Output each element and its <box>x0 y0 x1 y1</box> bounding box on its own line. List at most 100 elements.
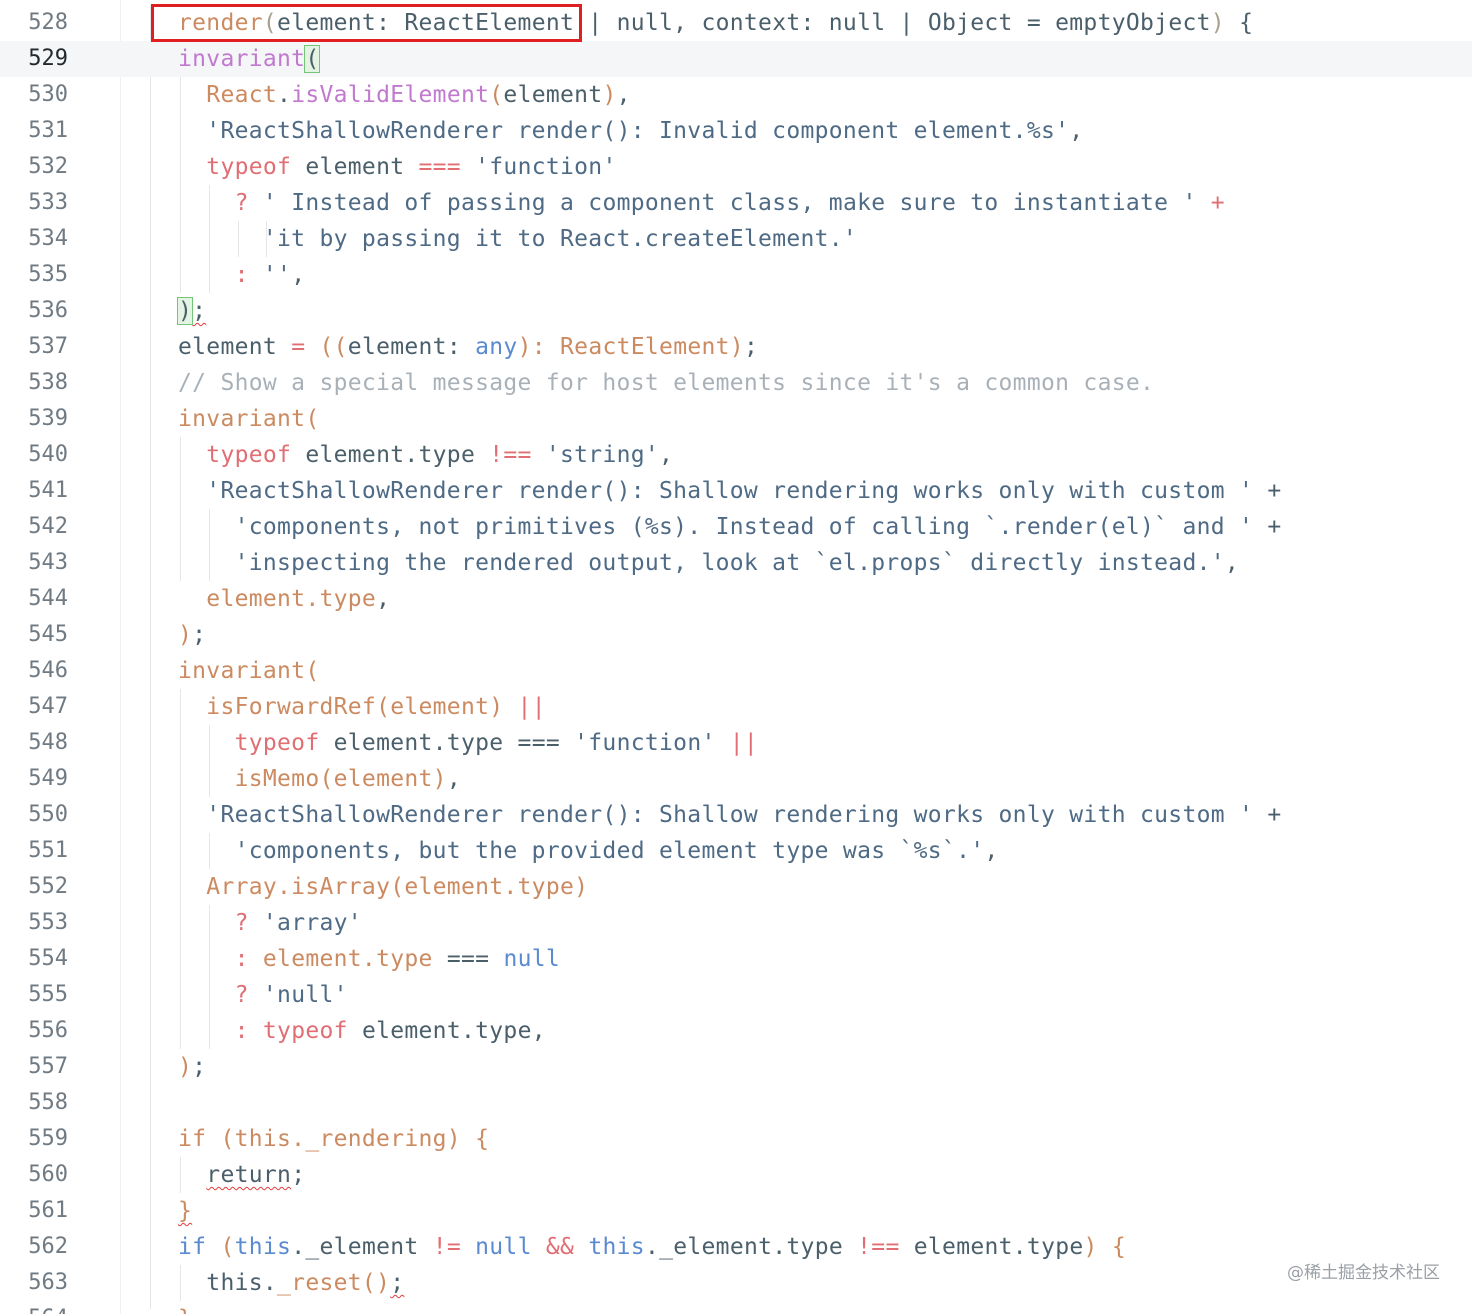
code-line[interactable]: 530 React.isValidElement(element), <box>0 77 1472 113</box>
code-text: isMemo(element), <box>178 761 461 797</box>
code-line[interactable]: 546 invariant( <box>0 653 1472 689</box>
code-line[interactable]: 562 if (this._element != null && this._el… <box>0 1229 1472 1265</box>
code-line[interactable]: 551 'components, but the provided elemen… <box>0 833 1472 869</box>
code-token: 'components, not primitives (%s). Instea… <box>234 514 1254 540</box>
code-line[interactable]: 560 return; <box>0 1157 1472 1193</box>
code-token: = <box>291 334 306 360</box>
highlight-annotation-box <box>151 4 582 42</box>
code-token: this <box>588 1234 645 1260</box>
code-token: 'function' <box>475 154 617 180</box>
code-token: ) <box>178 1054 193 1080</box>
code-line[interactable]: 538 // Show a special message for host el… <box>0 365 1472 401</box>
code-line[interactable]: 549 isMemo(element), <box>0 761 1472 797</box>
code-text: Array.isArray(element.type) <box>178 869 588 905</box>
code-text: : typeof element.type, <box>178 1013 546 1049</box>
code-line[interactable]: 542 'components, not primitives (%s). In… <box>0 509 1472 545</box>
code-text: ); <box>178 1049 206 1085</box>
code-line[interactable]: 559 if (this._rendering) { <box>0 1121 1472 1157</box>
code-token: 'ReactShallowRenderer render(): Shallow … <box>206 802 1254 828</box>
code-token: : <box>234 262 249 288</box>
code-line[interactable]: 543 'inspecting the rendered output, loo… <box>0 545 1472 581</box>
code-token: ; <box>743 334 759 360</box>
code-line[interactable]: 552 Array.isArray(element.type) <box>0 869 1472 905</box>
code-line[interactable]: 558 <box>0 1085 1472 1121</box>
code-token: + <box>1253 802 1282 828</box>
line-number: 543 <box>28 550 68 575</box>
code-token: } <box>178 1306 192 1314</box>
code-line[interactable]: 533 ? ' Instead of passing a component c… <box>0 185 1472 221</box>
code-token: ._element <box>291 1234 433 1260</box>
code-token: 'components, but the provided element ty… <box>234 838 985 864</box>
code-token: , <box>659 442 674 468</box>
code-line[interactable]: 550 'ReactShallowRenderer render(): Shal… <box>0 797 1472 833</box>
code-line[interactable]: 555 ? 'null' <box>0 977 1472 1013</box>
line-number: 552 <box>28 874 68 899</box>
code-line[interactable]: 536); <box>0 293 1472 329</box>
code-line[interactable]: 561} <box>0 1193 1472 1229</box>
code-token: // Show a special message for host eleme… <box>178 370 1155 396</box>
code-token: === <box>432 946 504 972</box>
code-token: : <box>234 946 249 972</box>
line-number: 558 <box>28 1090 68 1115</box>
code-token: ? <box>234 982 249 1008</box>
code-editor[interactable]: 528 render(element: ReactElement | null, … <box>0 0 1472 1314</box>
code-token: || <box>517 694 546 720</box>
code-line[interactable]: 540 typeof element.type !== 'string', <box>0 437 1472 473</box>
code-token: element: <box>347 334 476 360</box>
code-token: invariant( <box>178 406 320 432</box>
line-number: 561 <box>28 1198 68 1223</box>
code-token: invariant( <box>178 658 320 684</box>
code-line[interactable]: 531 'ReactShallowRenderer render(): Inva… <box>0 113 1472 149</box>
code-token: ) <box>1210 10 1225 36</box>
code-token: element <box>503 82 603 108</box>
code-text: invariant( <box>178 653 319 689</box>
code-line[interactable]: 553 ? 'array' <box>0 905 1472 941</box>
code-token: === <box>418 154 461 180</box>
code-token: '' <box>262 262 292 288</box>
code-line[interactable]: 564} <box>0 1301 1472 1314</box>
code-text: 'ReactShallowRenderer render(): Shallow … <box>178 797 1281 833</box>
code-line[interactable]: 532 typeof element === 'function' <box>0 149 1472 185</box>
line-number: 531 <box>28 118 68 143</box>
code-line[interactable]: 545); <box>0 617 1472 653</box>
code-token: 'function' <box>574 730 716 756</box>
line-number: 534 <box>28 226 68 251</box>
code-line[interactable]: 563 this._reset(); <box>0 1265 1472 1301</box>
code-line[interactable]: 547 isForwardRef(element) || <box>0 689 1472 725</box>
code-text: : element.type === null <box>178 941 560 977</box>
code-token: 'inspecting the rendered output, look at… <box>234 550 1225 576</box>
line-number: 546 <box>28 658 68 683</box>
line-number: 562 <box>28 1234 68 1259</box>
code-token: ) <box>1083 1234 1098 1260</box>
code-line[interactable]: 557); <box>0 1049 1472 1085</box>
code-line[interactable]: 534 'it by passing it to React.createEle… <box>0 221 1472 257</box>
code-text: if (this._element != null && this._eleme… <box>178 1229 1126 1265</box>
code-text: typeof element === 'function' <box>178 149 617 185</box>
code-line[interactable]: 544 element.type, <box>0 581 1472 617</box>
code-line[interactable]: 548 typeof element.type === 'function' |… <box>0 725 1472 761</box>
code-line[interactable]: 535 : '', <box>0 257 1472 293</box>
line-number: 550 <box>28 802 68 827</box>
code-line[interactable]: 554 : element.type === null <box>0 941 1472 977</box>
code-line[interactable]: 537 element = ((element: any): ReactEleme… <box>0 329 1472 365</box>
code-text: invariant( <box>178 41 321 77</box>
code-line[interactable]: 556 : typeof element.type, <box>0 1013 1472 1049</box>
code-line[interactable]: 541 'ReactShallowRenderer render(): Shal… <box>0 473 1472 509</box>
code-line[interactable]: 529 invariant( <box>0 41 1472 77</box>
code-token: Array.isArray(element.type) <box>206 874 589 900</box>
line-number: 528 <box>28 10 68 35</box>
code-line[interactable]: 539 invariant( <box>0 401 1472 437</box>
